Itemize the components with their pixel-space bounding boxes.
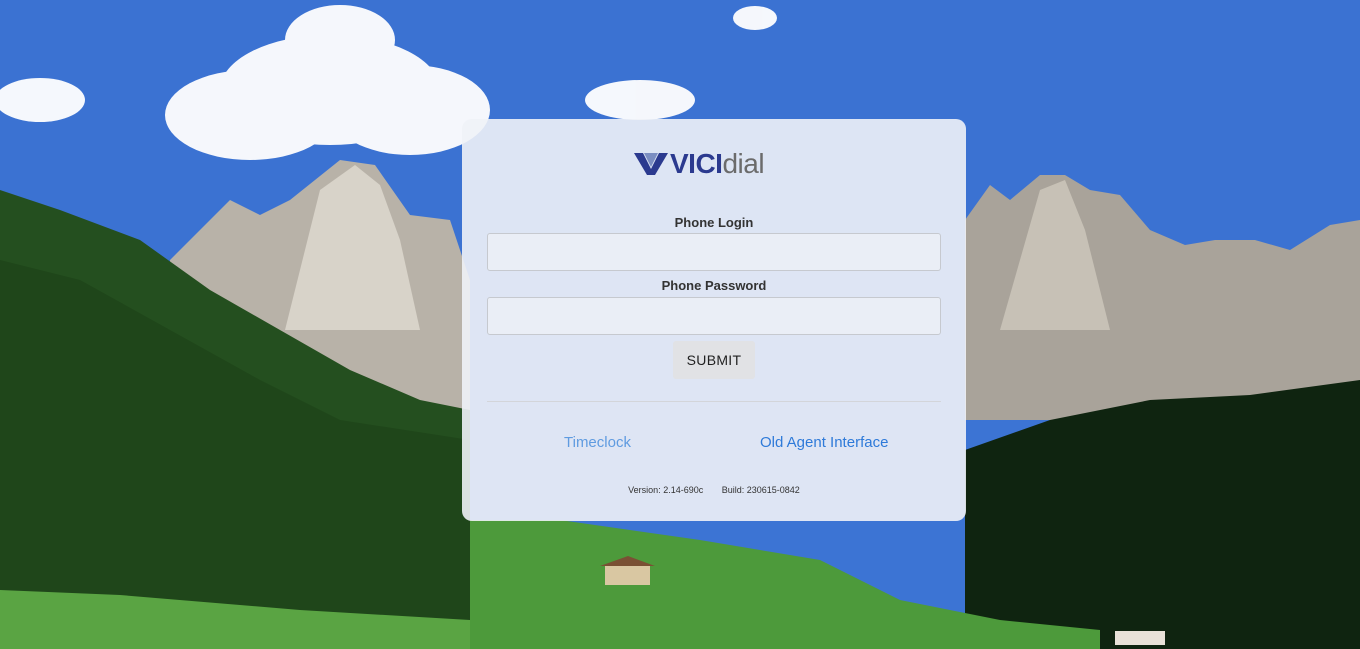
divider	[487, 401, 941, 402]
phone-password-input[interactable]	[487, 297, 941, 335]
phone-login-input[interactable]	[487, 233, 941, 271]
version-text: Version: 2.14-690c	[628, 485, 704, 495]
vicidial-logo-mark-icon	[634, 153, 668, 175]
phone-login-label: Phone Login	[674, 215, 754, 230]
submit-button[interactable]: SUBMIT	[673, 341, 755, 379]
logo-brand-bold: VICI	[670, 148, 723, 179]
timeclock-link[interactable]: Timeclock	[564, 434, 631, 451]
login-card: VICIdial Phone Login Phone Password SUBM…	[462, 119, 966, 521]
logo-wordmark: VICIdial	[670, 148, 765, 179]
version-footer: Version: 2.14-690c Build: 230615-0842	[462, 485, 966, 495]
logo-brand-light: dial	[722, 148, 765, 179]
old-agent-interface-link[interactable]: Old Agent Interface	[760, 434, 888, 451]
phone-password-label: Phone Password	[661, 278, 767, 293]
vicidial-logo: VICIdial	[634, 148, 765, 179]
build-text: Build: 230615-0842	[721, 485, 800, 495]
